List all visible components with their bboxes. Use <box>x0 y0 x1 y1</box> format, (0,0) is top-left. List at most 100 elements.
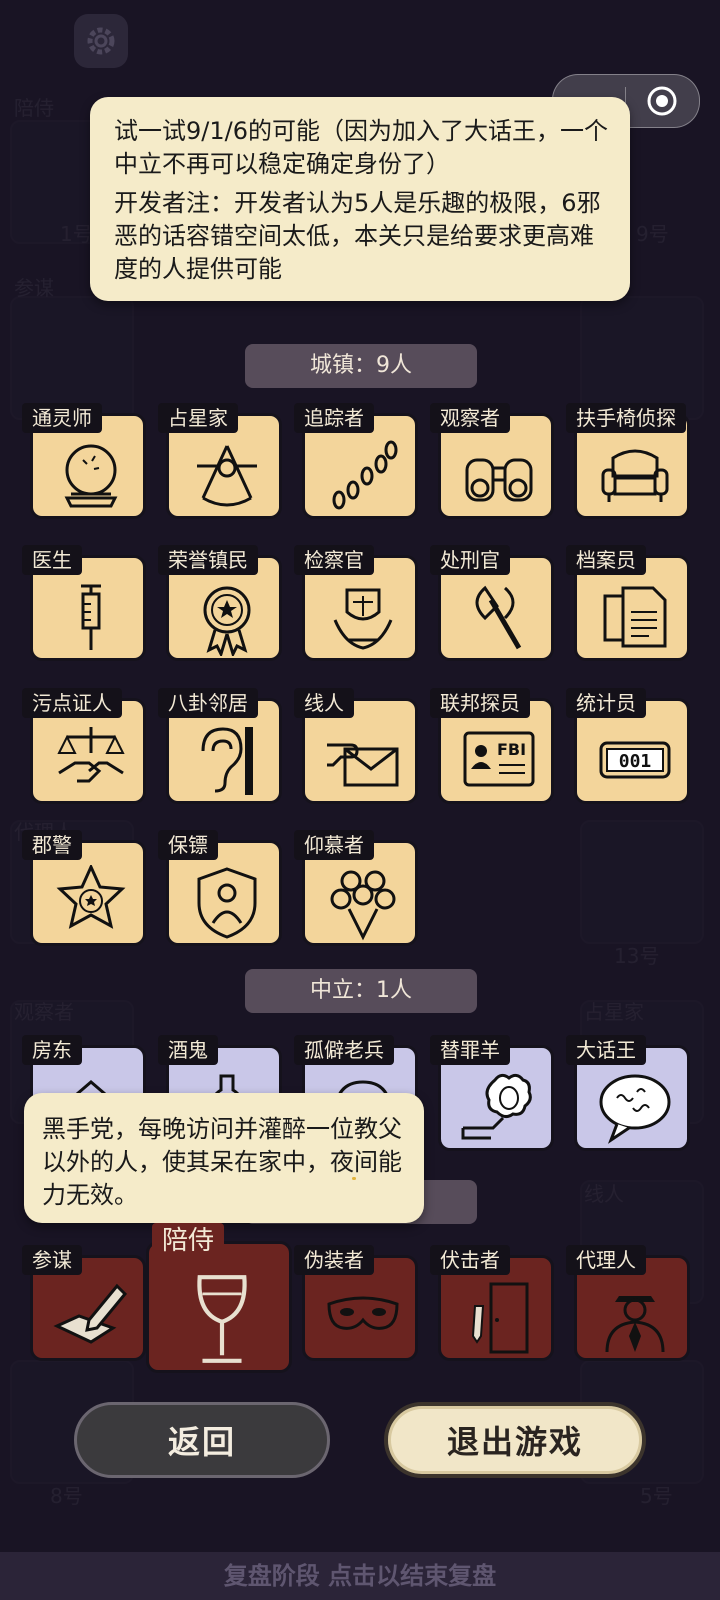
bg-label: 5号 <box>640 1484 673 1508</box>
bg-label: 观察者 <box>14 1000 74 1024</box>
tooltip-text: 黑手党，每晚访问并灌醉一位 <box>42 1115 354 1143</box>
bg-label: 1号 <box>60 222 93 246</box>
wine-glass-icon <box>197 1275 247 1363</box>
role-label: 孤僻老兵 <box>294 1035 394 1065</box>
role-card-proxy[interactable]: 代理人 <box>566 1245 690 1361</box>
role-card-braggart[interactable]: 大话王 <box>566 1035 690 1151</box>
exit-game-button[interactable]: 退出游戏 <box>384 1402 646 1478</box>
role-label: 追踪者 <box>294 403 374 433</box>
role-card-gossip-neighbor[interactable]: 八卦邻居 <box>158 688 282 804</box>
role-card-executioner[interactable]: 处刑官 <box>430 545 554 661</box>
role-card-bodyguard[interactable]: 保镖 <box>158 830 282 946</box>
role-label: 陪侍 <box>152 1223 225 1259</box>
footprints-icon <box>332 440 398 510</box>
role-card-informant[interactable]: 线人 <box>294 688 418 804</box>
counter-icon: 001 <box>599 741 671 779</box>
tooltip-line: 开发者注：开发者认为5人是乐趣的极限，6邪恶的话容错空间太低，本关只是给要求更高… <box>114 189 601 283</box>
sextant-icon <box>197 445 257 507</box>
back-button[interactable]: 返回 <box>74 1402 330 1478</box>
shield-person-icon <box>197 867 257 939</box>
role-label: 联邦探员 <box>430 688 530 718</box>
role-card-tainted-witness[interactable]: 污点证人 <box>22 688 146 804</box>
axe-icon <box>475 585 522 650</box>
role-label: 扶手椅侦探 <box>566 403 686 433</box>
speech-bubble-icon <box>599 1074 671 1144</box>
sheep-pointing-icon <box>461 1073 532 1140</box>
documents-icon <box>603 586 667 648</box>
role-label: 检察官 <box>294 545 374 575</box>
settings-button[interactable] <box>74 14 128 68</box>
close-miniprogram-button[interactable] <box>626 85 698 117</box>
role-card-fbi-agent[interactable]: FBI 联邦探员 <box>430 688 554 804</box>
role-card-escort-selected[interactable]: 陪侍 <box>146 1223 292 1373</box>
crystal-ball-icon <box>64 444 118 508</box>
role-card-ambusher[interactable]: 伏击者 <box>430 1245 554 1361</box>
bg-label: 9号 <box>636 222 669 246</box>
justice-emblem-icon <box>333 588 393 650</box>
scenario-tooltip: 试一试9/1/6的可能（因为加入了大话王，一个中立不再可以稳定确定身份了） 开发… <box>90 97 630 301</box>
bg-label: 参谋 <box>14 276 54 300</box>
role-card-statistician[interactable]: 001 统计员 <box>566 688 690 804</box>
gear-icon <box>87 27 115 55</box>
role-label: 大话王 <box>566 1035 646 1065</box>
role-label: 处刑官 <box>430 545 510 575</box>
bg-label: 13号 <box>614 944 660 968</box>
mask-icon <box>327 1296 399 1330</box>
role-label: 线人 <box>294 688 354 718</box>
role-card-archivist[interactable]: 档案员 <box>566 545 690 661</box>
role-label: 医生 <box>22 545 82 575</box>
binoculars-icon <box>465 458 533 502</box>
role-label: 酒鬼 <box>158 1035 218 1065</box>
role-label: 通灵师 <box>22 403 102 433</box>
role-label: 郡警 <box>22 830 82 860</box>
role-card-advisor[interactable]: 参谋 <box>22 1245 146 1361</box>
role-label: 仰慕者 <box>294 830 374 860</box>
role-label: 观察者 <box>430 403 510 433</box>
bouquet-icon <box>330 870 396 941</box>
role-card-disguiser[interactable]: 伪装者 <box>294 1245 418 1361</box>
fbi-text: FBI <box>497 740 526 759</box>
role-label: 参谋 <box>22 1245 82 1275</box>
armchair-icon <box>601 449 669 502</box>
bg-label: 线人 <box>584 1182 624 1206</box>
role-label: 伪装者 <box>294 1245 374 1275</box>
role-label: 替罪羊 <box>430 1035 510 1065</box>
role-card-tracker[interactable]: 追踪者 <box>294 403 418 519</box>
record-icon <box>647 86 677 116</box>
role-card-medium[interactable]: 通灵师 <box>22 403 146 519</box>
role-card-astrologer[interactable]: 占星家 <box>158 403 282 519</box>
sheriff-star-icon <box>56 865 126 929</box>
role-card-scapegoat[interactable]: 替罪羊 <box>430 1035 554 1151</box>
bg-label: 8号 <box>50 1484 83 1508</box>
review-phase-bar[interactable]: 复盘阶段 点击以结束复盘 <box>0 1552 720 1600</box>
role-label: 荣誉镇民 <box>158 545 258 575</box>
role-label: 保镖 <box>158 830 218 860</box>
role-card-armchair-detective[interactable]: 扶手椅侦探 <box>566 403 690 519</box>
section-neutral-header: 中立：1人 <box>245 969 477 1013</box>
syringe-icon <box>81 584 101 650</box>
tooltip-text: 外的人，使其呆在家中，夜间能力无效。 <box>42 1148 402 1209</box>
section-town-header: 城镇：9人 <box>245 344 477 388</box>
fbi-badge-icon: FBI <box>463 731 535 787</box>
role-card-observer[interactable]: 观察者 <box>430 403 554 519</box>
role-label: 代理人 <box>566 1245 646 1275</box>
role-label: 房东 <box>22 1035 82 1065</box>
role-card-prosecutor[interactable]: 检察官 <box>294 545 418 661</box>
envelope-hand-icon <box>327 743 399 787</box>
mobster-icon <box>605 1296 665 1353</box>
ear-wall-icon <box>201 727 253 795</box>
role-label: 统计员 <box>566 688 646 718</box>
role-label: 占星家 <box>158 403 238 433</box>
role-card-admirer[interactable]: 仰慕者 <box>294 830 418 946</box>
counter-text: 001 <box>619 751 652 772</box>
role-card-honored-citizen[interactable]: 荣誉镇民 <box>158 545 282 661</box>
role-card-sheriff[interactable]: 郡警 <box>22 830 146 946</box>
role-card-doctor[interactable]: 医生 <box>22 545 146 661</box>
role-label: 档案员 <box>566 545 646 575</box>
role-label: 污点证人 <box>22 688 122 718</box>
door-knife-icon <box>471 1282 529 1354</box>
tooltip-line: 试一试9/1/6的可能（因为加入了大话王，一个中立不再可以稳定确定身份了） <box>114 117 608 178</box>
pen-paper-icon <box>53 1283 128 1344</box>
bg-label: 陪侍 <box>14 96 54 120</box>
bg-label: 占星家 <box>584 1000 644 1024</box>
